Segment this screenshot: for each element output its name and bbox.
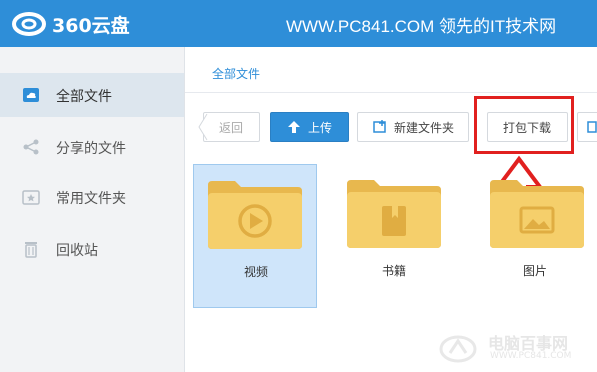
sidebar-item-shared[interactable]: 分享的文件 — [0, 125, 184, 169]
more-button[interactable] — [577, 112, 597, 142]
folder-label: 书籍 — [381, 264, 406, 278]
breadcrumb[interactable]: 全部文件 — [212, 65, 260, 82]
sidebar-item-label: 分享的文件 — [56, 141, 126, 157]
footer-watermark-url: WWW.PC841.COM — [490, 351, 572, 361]
arrow-up-icon — [288, 121, 300, 133]
image-folder-icon — [490, 180, 584, 248]
folder-item-images[interactable]: 图片 — [473, 164, 597, 308]
app-name: 360云盘 — [52, 14, 130, 37]
site-logo-icon — [439, 335, 477, 363]
share-icon — [23, 139, 39, 155]
sidebar-item-all-files[interactable]: 全部文件 — [0, 73, 184, 117]
app-logo[interactable]: 360云盘 — [12, 10, 130, 38]
new-folder-button[interactable]: 新建文件夹 — [357, 112, 469, 142]
book-folder-icon — [347, 180, 441, 248]
trash-icon — [25, 242, 37, 258]
chevron-left-icon — [198, 113, 208, 141]
new-folder-label: 新建文件夹 — [394, 120, 455, 135]
folder-label: 视频 — [243, 265, 268, 279]
divider — [185, 92, 597, 93]
footer-watermark: 电脑百事网 WWW.PC841.COM — [438, 330, 597, 370]
sidebar: 全部文件 分享的文件 常用文件夹 回收站 — [0, 47, 185, 372]
sidebar-item-label: 常用文件夹 — [56, 191, 126, 207]
folder-label: 图片 — [522, 264, 547, 278]
sidebar-item-label: 全部文件 — [56, 89, 112, 105]
upload-button[interactable]: 上传 — [270, 112, 349, 142]
folder-item-books[interactable]: 书籍 — [332, 164, 456, 308]
back-label: 返回 — [219, 120, 244, 135]
video-folder-icon — [208, 181, 302, 249]
document-icon — [587, 121, 597, 133]
annotation-highlight-box — [474, 96, 574, 154]
back-button[interactable]: 返回 — [198, 112, 260, 142]
sidebar-item-recycle-bin[interactable]: 回收站 — [0, 227, 184, 271]
cloud-icon — [23, 88, 39, 102]
new-folder-icon — [373, 120, 386, 133]
sidebar-item-label: 回收站 — [56, 243, 98, 259]
app-header: 360云盘 WWW.PC841.COM 领先的IT技术网 — [0, 0, 597, 47]
star-folder-icon — [22, 190, 40, 205]
site-watermark: WWW.PC841.COM 领先的IT技术网 — [286, 17, 557, 36]
sidebar-item-favorites[interactable]: 常用文件夹 — [0, 175, 184, 219]
cloud-logo-icon — [12, 12, 46, 36]
upload-label: 上传 — [308, 120, 333, 135]
folder-item-video[interactable]: 视频 — [193, 164, 317, 308]
